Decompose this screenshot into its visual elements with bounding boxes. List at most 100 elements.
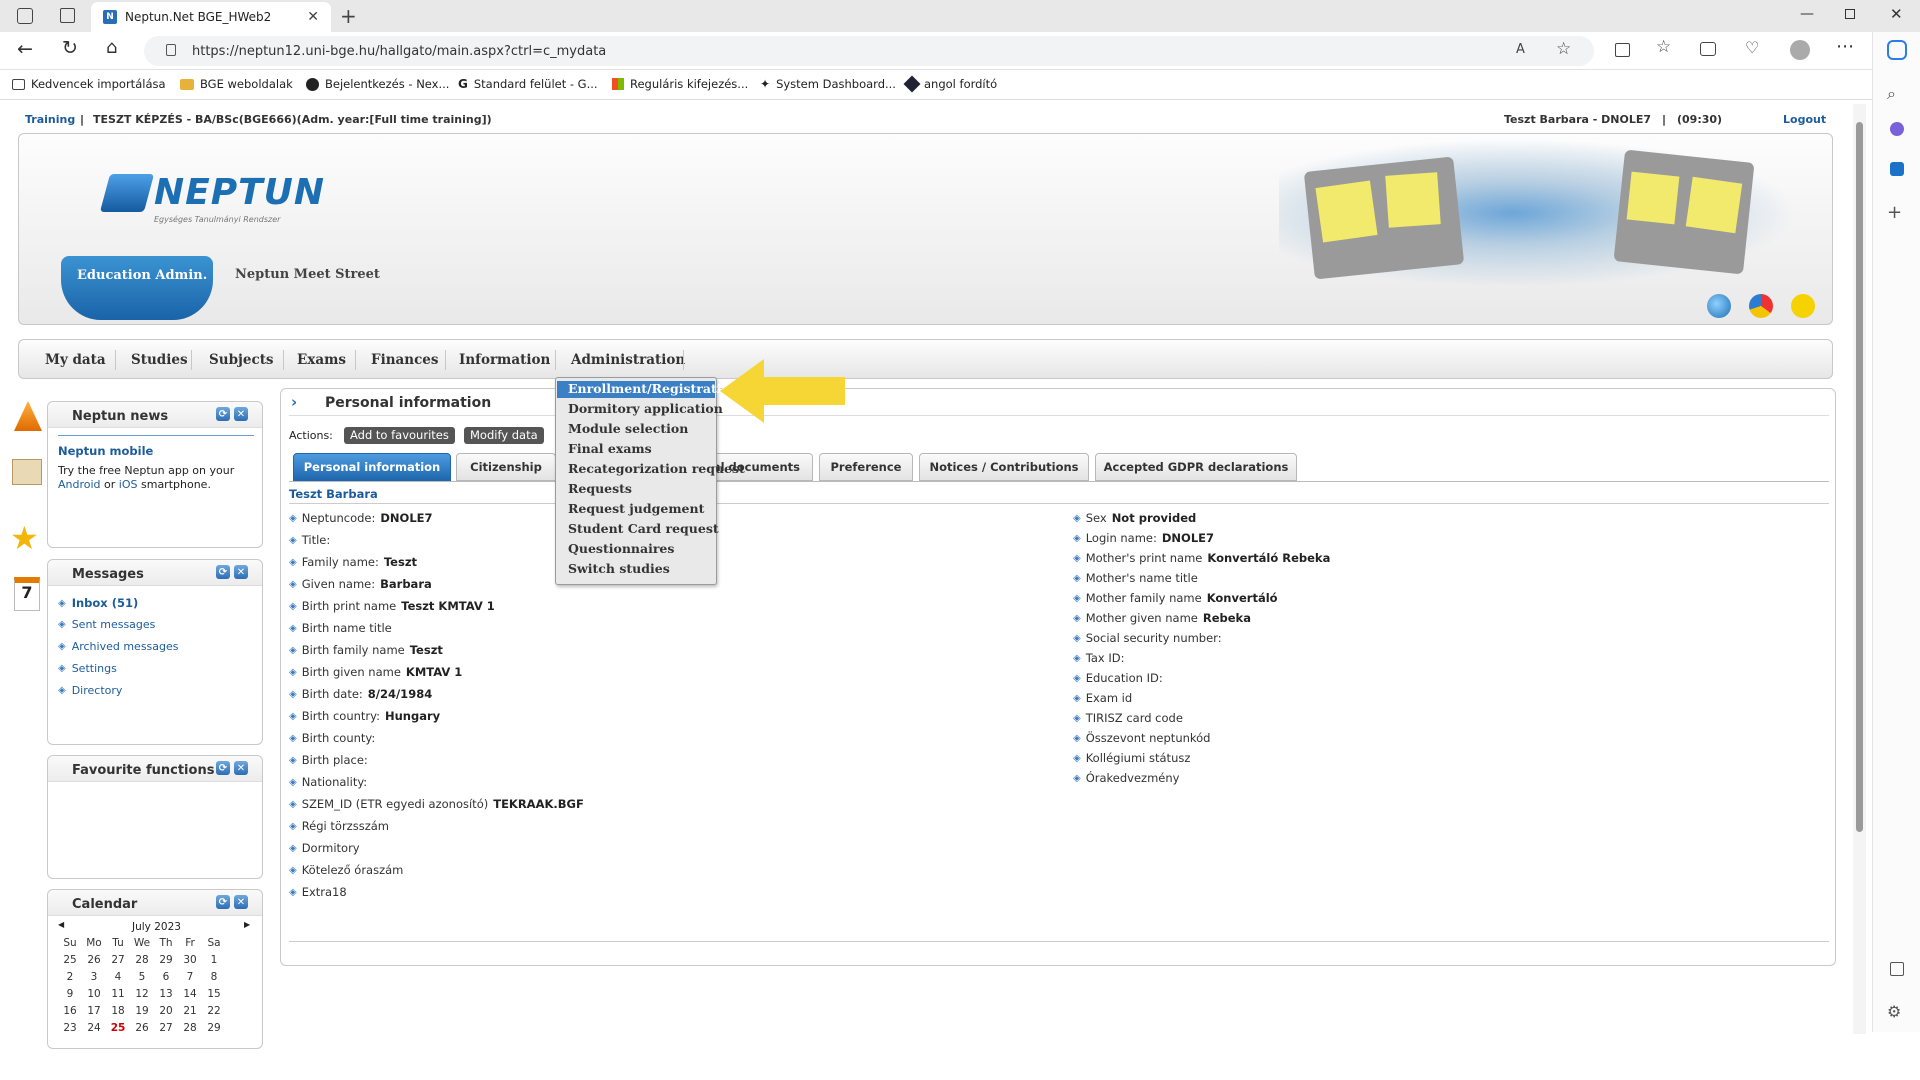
tab-preference[interactable]: Preference	[819, 453, 913, 481]
calendar-day[interactable]: 1	[202, 954, 226, 966]
address-bar[interactable]: https://neptun12.uni-bge.hu/hallgato/mai…	[144, 36, 1594, 66]
close-panel-icon[interactable]: ✕	[234, 565, 248, 579]
browser-essentials-icon[interactable]: ♡	[1745, 38, 1759, 57]
split-screen-icon[interactable]	[1615, 43, 1630, 57]
calendar-day[interactable]: 10	[82, 988, 106, 1000]
side-tab-star-icon[interactable]: ★	[10, 519, 39, 557]
calendar-day[interactable]: 6	[154, 971, 178, 983]
menu-finances[interactable]: Finances	[371, 352, 439, 368]
neptun-mobile-title[interactable]: Neptun mobile	[58, 444, 153, 458]
bookmark-item[interactable]: Bejelentkezés - Nex...	[306, 77, 449, 91]
tab-personal-information[interactable]: Personal information	[293, 453, 451, 481]
education-admin-badge[interactable]: Education Admin.	[61, 256, 213, 320]
more-options-icon[interactable]: ⋯	[1836, 36, 1854, 57]
calendar-day[interactable]: 8	[202, 971, 226, 983]
training-link[interactable]: Training	[25, 113, 75, 126]
calendar-day[interactable]: 16	[58, 1005, 82, 1017]
dropdown-item-student-card-request[interactable]: Student Card request	[568, 521, 719, 536]
calendar-day[interactable]: 15	[202, 988, 226, 1000]
refresh-panel-icon[interactable]: ⟳	[216, 895, 230, 909]
add-to-favourites-button[interactable]: Add to favourites	[344, 427, 455, 444]
bing-copilot-icon[interactable]	[1887, 40, 1907, 60]
outlook-icon[interactable]	[1890, 162, 1904, 176]
menu-exams[interactable]: Exams	[297, 352, 346, 368]
calendar-day[interactable]: 24	[82, 1022, 106, 1034]
calendar-day[interactable]: 28	[130, 954, 154, 966]
close-panel-icon[interactable]: ✕	[234, 761, 248, 775]
sent-messages-link[interactable]: ◈ Sent messages	[58, 618, 155, 631]
bookmark-item[interactable]: Kedvencek importálása	[12, 77, 166, 91]
calendar-day[interactable]: 22	[202, 1005, 226, 1017]
profile-avatar[interactable]	[1790, 40, 1810, 60]
favorite-star-icon[interactable]: ☆	[1556, 39, 1571, 59]
calendar-day[interactable]: 7	[178, 971, 202, 983]
dropdown-item-module-selection[interactable]: Module selection	[568, 421, 688, 436]
calendar-day[interactable]: 4	[106, 971, 130, 983]
tab-actions-icon[interactable]	[60, 8, 75, 23]
dropdown-item-recategorization-request[interactable]: Recategorization request	[568, 461, 745, 476]
calendar-day[interactable]: 11	[106, 988, 130, 1000]
tab-accepted-gdpr[interactable]: Accepted GDPR declarations	[1095, 453, 1297, 481]
calendar-day[interactable]: 30	[178, 954, 202, 966]
calendar-day[interactable]: 2	[58, 971, 82, 983]
dropdown-item-enrollment-registration[interactable]: Enrollment/Registration	[568, 381, 739, 396]
calendar-day[interactable]: 19	[130, 1005, 154, 1017]
archived-messages-link[interactable]: ◈ Archived messages	[58, 640, 179, 653]
calendar-day[interactable]: 17	[82, 1005, 106, 1017]
calendar-day[interactable]: 18	[106, 1005, 130, 1017]
search-icon[interactable]: ⌕	[1887, 84, 1907, 104]
dropdown-item-final-exams[interactable]: Final exams	[568, 441, 652, 456]
workspaces-icon[interactable]	[17, 8, 33, 24]
calendar-day[interactable]: 12	[130, 988, 154, 1000]
globe-icon[interactable]	[1707, 294, 1731, 318]
menu-my-data[interactable]: My data	[45, 352, 106, 368]
close-panel-icon[interactable]: ✕	[234, 407, 248, 421]
dropdown-item-switch-studies[interactable]: Switch studies	[568, 561, 670, 576]
calendar-day[interactable]: 3	[82, 971, 106, 983]
calendar-day[interactable]: 9	[58, 988, 82, 1000]
restore-icon[interactable]	[1845, 9, 1855, 19]
new-tab-icon[interactable]: +	[340, 4, 357, 28]
scrollbar-thumb[interactable]	[1856, 122, 1863, 832]
bookmark-item[interactable]: Reguláris kifejezés...	[612, 77, 748, 91]
directory-link[interactable]: ◈ Directory	[58, 684, 122, 697]
modify-data-button[interactable]: Modify data	[464, 427, 544, 444]
calendar-day[interactable]: 27	[154, 1022, 178, 1034]
add-icon[interactable]: +	[1887, 202, 1907, 223]
calendar-day[interactable]: 26	[130, 1022, 154, 1034]
calendar-day[interactable]: 23	[58, 1022, 82, 1034]
calendar-day[interactable]: 28	[178, 1022, 202, 1034]
calendar-day[interactable]: 25	[58, 954, 82, 966]
calendar-day[interactable]: 5	[130, 971, 154, 983]
dropdown-item-dormitory-application[interactable]: Dormitory application	[568, 401, 723, 416]
sidebar-toggle-icon[interactable]	[1890, 962, 1904, 976]
close-window-icon[interactable]: ✕	[1890, 5, 1903, 23]
android-link[interactable]: Android	[58, 478, 101, 491]
bookmark-item[interactable]: angol fordító	[903, 75, 997, 93]
browser-tab[interactable]: N Neptun.Net BGE_HWeb2 ✕	[91, 2, 331, 32]
accessibility-icon[interactable]	[1791, 294, 1815, 318]
neptun-meet-street-link[interactable]: Neptun Meet Street	[235, 267, 380, 282]
calendar-day[interactable]: 14	[178, 988, 202, 1000]
dropdown-item-request-judgement[interactable]: Request judgement	[568, 501, 704, 516]
calendar-day[interactable]: 26	[82, 954, 106, 966]
side-tab-mail-icon[interactable]	[12, 459, 42, 485]
favorites-icon[interactable]: ☆	[1656, 37, 1671, 57]
inbox-link[interactable]: ◈ Inbox (51)	[58, 596, 138, 610]
close-panel-icon[interactable]: ✕	[234, 895, 248, 909]
dropdown-item-questionnaires[interactable]: Questionnaires	[568, 541, 674, 556]
calendar-next-icon[interactable]: ▶	[244, 920, 250, 929]
refresh-panel-icon[interactable]: ⟳	[216, 407, 230, 421]
side-tab-calendar-icon[interactable]: 7	[14, 577, 40, 611]
page-scrollbar[interactable]	[1853, 104, 1866, 1034]
settings-gear-icon[interactable]: ⚙	[1887, 1002, 1907, 1022]
side-tab-a-icon[interactable]	[14, 401, 42, 431]
read-aloud-icon[interactable]: A	[1516, 42, 1525, 57]
ios-link[interactable]: iOS	[119, 478, 138, 491]
calendar-day[interactable]: 27	[106, 954, 130, 966]
minimize-icon[interactable]: —	[1800, 6, 1814, 22]
settings-link[interactable]: ◈ Settings	[58, 662, 117, 675]
chart-pie-icon[interactable]	[1749, 294, 1773, 318]
shopping-icon[interactable]	[1890, 122, 1904, 136]
collections-icon[interactable]	[1700, 42, 1716, 56]
